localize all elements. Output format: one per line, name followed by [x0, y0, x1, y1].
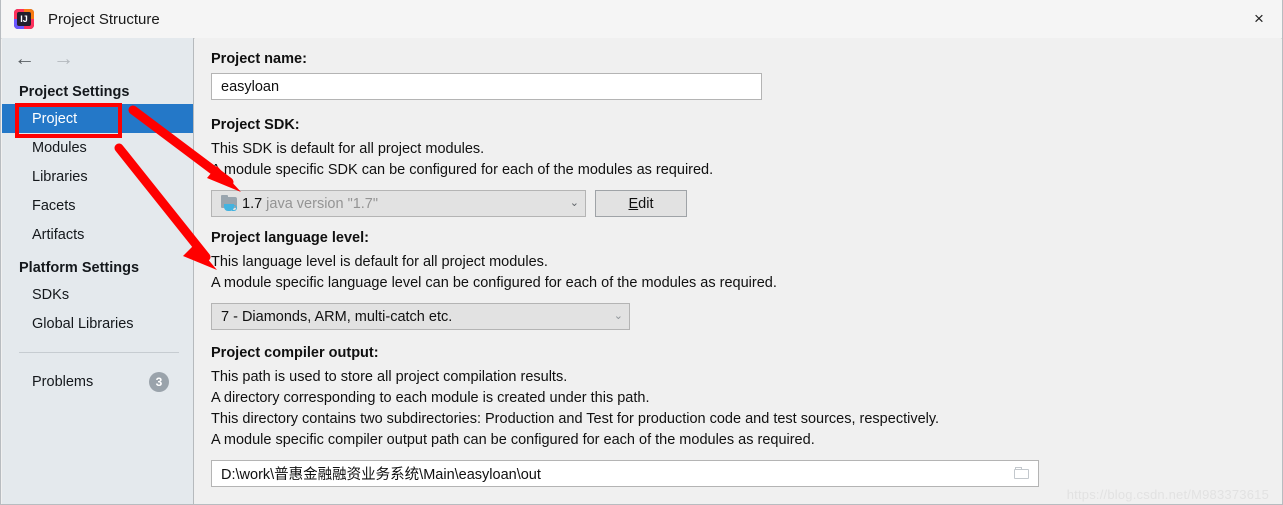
- watermark-text: https://blog.csdn.net/M983373615: [1067, 487, 1269, 502]
- language-level-value: 7 - Diamonds, ARM, multi-catch etc.: [221, 309, 452, 325]
- settings-sidebar: ← → Project Settings Project Modules Lib…: [2, 38, 194, 504]
- intellij-idea-icon: IJ: [14, 9, 34, 29]
- project-structure-dialog: IJ Project Structure × ← → Project Setti…: [0, 0, 1283, 505]
- window-title: Project Structure: [48, 11, 160, 28]
- compiler-output-desc-line-2: A directory corresponding to each module…: [211, 388, 1281, 409]
- project-settings-panel: Project name: easyloan Project SDK: This…: [195, 38, 1281, 504]
- compiler-output-desc-line-3: This directory contains two subdirectori…: [211, 409, 1281, 430]
- sidebar-item-problems[interactable]: Problems 3: [2, 367, 193, 397]
- title-bar: IJ Project Structure ×: [1, 0, 1282, 39]
- compiler-output-path-input[interactable]: D:\work\普惠金融融资业务系统\Main\easyloan\out: [211, 460, 1039, 487]
- project-name-input[interactable]: easyloan: [211, 73, 762, 100]
- language-level-combo[interactable]: 7 - Diamonds, ARM, multi-catch etc. ⌄: [211, 303, 630, 330]
- edit-button-mnemonic: E: [629, 196, 639, 212]
- sidebar-item-sdks[interactable]: SDKs: [2, 280, 193, 309]
- compiler-output-path-value: D:\work\普惠金融融资业务系统\Main\easyloan\out: [221, 463, 1014, 484]
- compiler-output-desc-line-1: This path is used to store all project c…: [211, 367, 1281, 388]
- sidebar-item-project[interactable]: Project: [2, 104, 193, 133]
- folder-browse-icon[interactable]: [1014, 467, 1031, 480]
- group-header-platform-settings: Platform Settings: [2, 260, 193, 276]
- compiler-output-desc-line-4: A module specific compiler output path c…: [211, 430, 1281, 451]
- project-name-label: Project name:: [211, 51, 1281, 67]
- compiler-output-label: Project compiler output:: [211, 345, 1281, 361]
- language-level-desc-line-1: This language level is default for all p…: [211, 252, 1281, 273]
- sidebar-divider: [19, 352, 179, 353]
- project-sdk-desc-line-1: This SDK is default for all project modu…: [211, 139, 1281, 160]
- sidebar-item-global-libraries[interactable]: Global Libraries: [2, 309, 193, 338]
- sidebar-item-libraries[interactable]: Libraries: [2, 162, 193, 191]
- problems-label: Problems: [32, 374, 149, 390]
- navigation-arrows: ← →: [2, 38, 193, 78]
- language-level-label: Project language level:: [211, 230, 1281, 246]
- language-level-desc-line-2: A module specific language level can be …: [211, 273, 1281, 294]
- sidebar-item-artifacts[interactable]: Artifacts: [2, 220, 193, 249]
- back-arrow-icon[interactable]: ←: [14, 48, 35, 69]
- project-sdk-row: 1.7 java version "1.7" ⌄ Edit: [211, 190, 1281, 217]
- language-level-row: 7 - Diamonds, ARM, multi-catch etc. ⌄: [211, 303, 1281, 330]
- project-sdk-label: Project SDK:: [211, 117, 1281, 133]
- group-header-project-settings: Project Settings: [2, 84, 193, 100]
- project-sdk-note: java version "1.7": [266, 196, 378, 212]
- java-sdk-icon: [221, 196, 238, 211]
- project-sdk-combo[interactable]: 1.7 java version "1.7" ⌄: [211, 190, 586, 217]
- chevron-down-icon: ⌄: [570, 198, 579, 209]
- sidebar-item-facets[interactable]: Facets: [2, 191, 193, 220]
- forward-arrow-icon[interactable]: →: [53, 48, 74, 69]
- project-sdk-version: 1.7: [242, 196, 262, 212]
- problems-count-badge: 3: [149, 372, 169, 392]
- edit-sdk-button[interactable]: Edit: [595, 190, 687, 217]
- project-sdk-desc-line-2: A module specific SDK can be configured …: [211, 160, 1281, 181]
- close-icon[interactable]: ×: [1236, 0, 1282, 37]
- sidebar-item-modules[interactable]: Modules: [2, 133, 193, 162]
- edit-button-rest: dit: [638, 196, 653, 212]
- chevron-down-icon: ⌄: [614, 311, 623, 322]
